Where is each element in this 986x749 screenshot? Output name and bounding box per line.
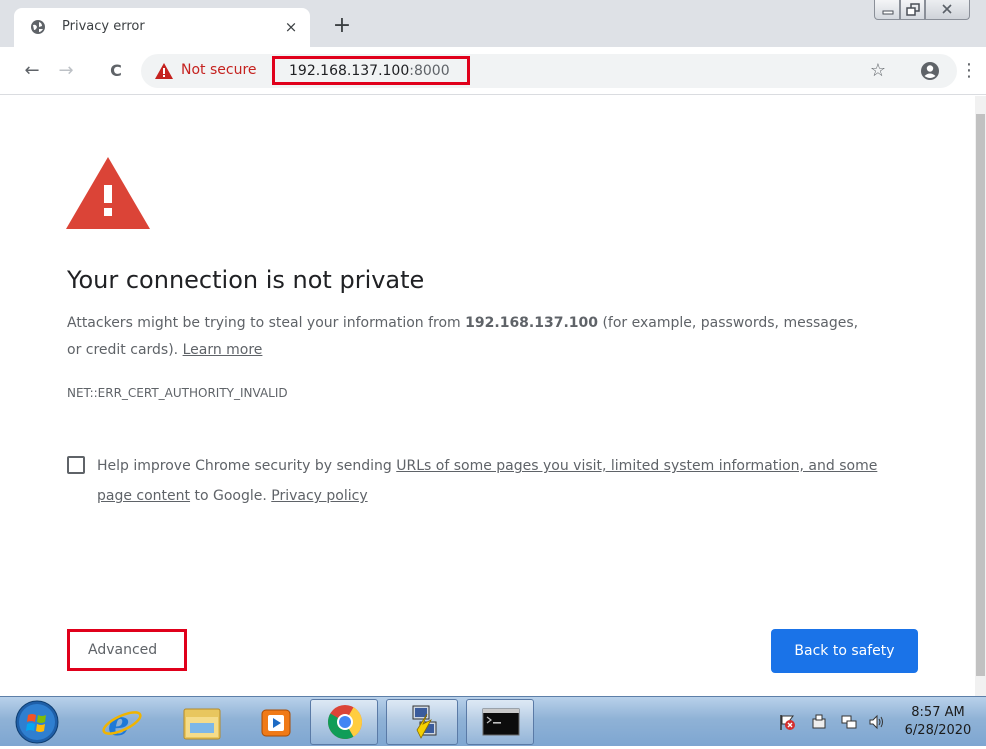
tab-strip: Privacy error × + — [0, 0, 986, 47]
window-close-icon — [942, 4, 952, 14]
close-icon[interactable]: × — [282, 18, 300, 36]
description-text: Attackers might be trying to steal your … — [67, 315, 466, 331]
profile-icon[interactable] — [920, 61, 940, 81]
network-icon[interactable] — [840, 713, 858, 731]
advanced-button[interactable]: Advanced — [67, 629, 187, 671]
browser-toolbar: ← → C Not secure 192.168.137.100:8000 ☆ … — [0, 47, 986, 95]
network-computers-icon — [412, 705, 437, 739]
page-title: Your connection is not private — [67, 266, 425, 294]
bookmark-star-icon[interactable]: ☆ — [868, 61, 888, 81]
address-bar[interactable]: Not secure 192.168.137.100:8000 ☆ — [141, 54, 957, 88]
window-controls — [874, 0, 986, 22]
learn-more-link[interactable]: Learn more — [183, 342, 263, 358]
windows-start-icon — [15, 700, 59, 744]
url-port: :8000 — [409, 63, 450, 79]
taskbar-chrome[interactable] — [310, 699, 378, 745]
window-close-button[interactable] — [925, 0, 970, 20]
taskbar-media-player[interactable] — [246, 699, 306, 745]
back-to-safety-button[interactable]: Back to safety — [771, 629, 918, 673]
restore-icon — [906, 3, 920, 16]
minimize-icon — [882, 10, 894, 15]
error-code[interactable]: NET::ERR_CERT_AUTHORITY_INVALID — [67, 386, 288, 400]
volume-icon[interactable] — [868, 713, 886, 731]
menu-kebab-icon[interactable]: ⋮ — [960, 61, 978, 81]
warning-triangle-icon — [66, 157, 150, 229]
page-content: Your connection is not private Attackers… — [0, 96, 975, 696]
windows-taskbar: e 8:57 AM 6/28/2020 — [0, 696, 986, 746]
clock-date[interactable]: 6/28/2020 — [903, 723, 973, 738]
tab-privacy-error[interactable]: Privacy error × — [14, 8, 310, 47]
error-description: Attackers might be trying to steal your … — [67, 310, 867, 364]
vertical-scrollbar[interactable] — [975, 96, 986, 696]
checkbox-label-text: Help improve Chrome security by sending — [97, 458, 397, 474]
warning-triangle-icon — [155, 63, 173, 79]
url-text[interactable]: 192.168.137.100:8000 — [289, 63, 450, 79]
folder-icon — [183, 708, 221, 740]
checkbox-label-text-2: to Google. — [190, 488, 272, 504]
chrome-icon — [328, 705, 362, 739]
svg-text:e: e — [108, 704, 130, 744]
privacy-policy-link[interactable]: Privacy policy — [271, 488, 367, 504]
start-button[interactable] — [6, 699, 68, 745]
new-tab-button[interactable]: + — [332, 15, 352, 37]
reload-icon[interactable]: C — [106, 61, 126, 81]
forward-arrow-icon[interactable]: → — [56, 61, 76, 81]
media-player-icon — [261, 709, 291, 737]
internet-explorer-icon: e — [102, 704, 142, 744]
taskbar-command-prompt[interactable] — [466, 699, 534, 745]
device-icon[interactable] — [810, 713, 828, 731]
host-name: 192.168.137.100 — [465, 315, 599, 331]
tab-title: Privacy error — [62, 19, 145, 34]
action-center-flag-icon[interactable] — [778, 713, 796, 731]
clock-time[interactable]: 8:57 AM — [903, 705, 973, 720]
taskbar-file-explorer[interactable] — [172, 699, 232, 745]
taskbar-internet-explorer[interactable]: e — [92, 699, 152, 745]
taskbar-network-app[interactable] — [386, 699, 458, 745]
not-secure-label[interactable]: Not secure — [181, 62, 257, 78]
back-arrow-icon[interactable]: ← — [22, 61, 42, 81]
checkbox-label: Help improve Chrome security by sending … — [97, 451, 897, 511]
globe-icon — [31, 20, 45, 34]
restore-button[interactable] — [900, 0, 925, 20]
url-highlight-box[interactable]: 192.168.137.100:8000 — [272, 56, 470, 85]
command-prompt-icon — [482, 708, 520, 736]
system-tray: 8:57 AM 6/28/2020 — [770, 697, 986, 747]
help-improve-checkbox[interactable] — [67, 456, 85, 474]
minimize-button[interactable] — [874, 0, 900, 20]
scrollbar-thumb[interactable] — [976, 114, 985, 676]
url-host: 192.168.137.100 — [289, 63, 410, 79]
